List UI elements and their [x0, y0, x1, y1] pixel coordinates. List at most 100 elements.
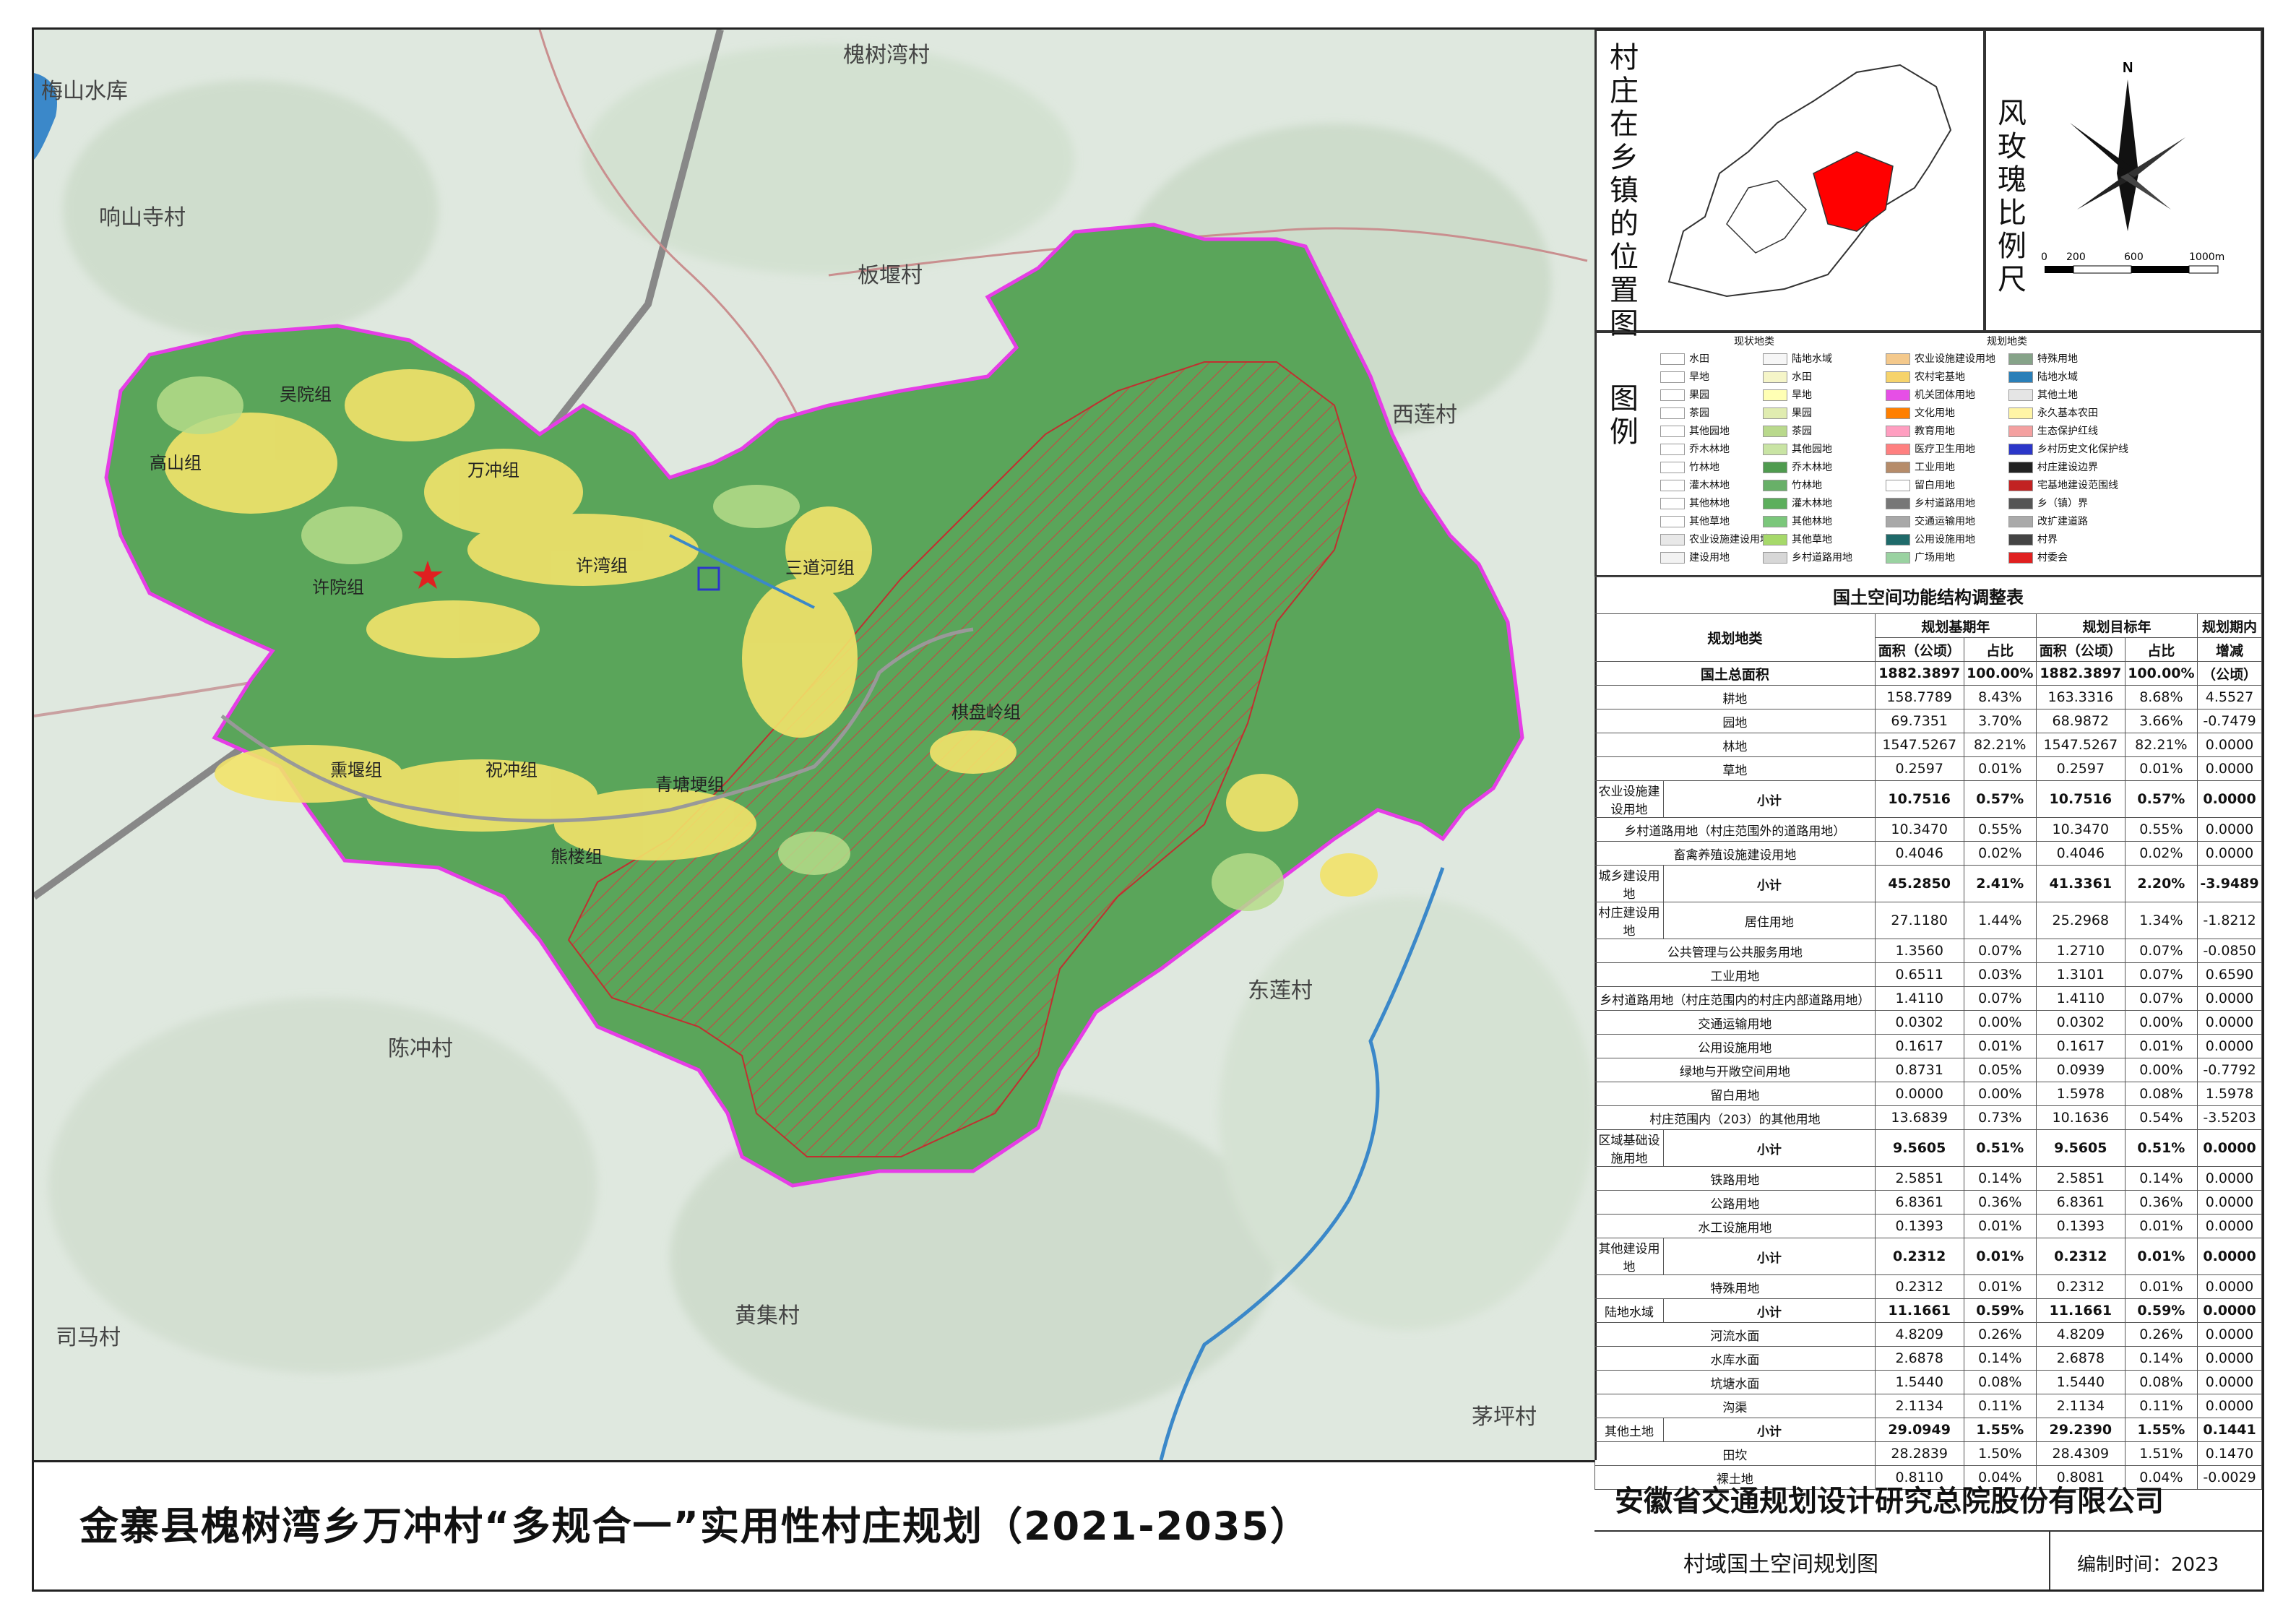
table-cell: 0.01%	[2124, 756, 2198, 781]
legend-swatch	[1660, 498, 1685, 509]
table-cell: 29.0949	[1874, 1418, 1964, 1442]
legend-item: 果园	[1763, 405, 1812, 420]
table-cell: 0.11%	[1963, 1394, 2037, 1418]
legend-label-text: 建设用地	[1689, 552, 1730, 564]
table-cell: 1.3101	[2035, 962, 2125, 987]
table-cell: 0.1393	[1874, 1214, 1964, 1238]
table-cell: 0.0000	[2197, 1370, 2262, 1394]
table-cell: 小计	[1663, 1298, 1876, 1323]
table-cell: 10.7516	[1874, 780, 1964, 818]
group-label: 祝冲组	[485, 760, 538, 780]
table-row: 河流水面 4.8209 0.26% 4.8209 0.26% 0.0000	[1594, 1322, 2262, 1347]
legend-swatch	[1763, 444, 1787, 455]
table-cell: 1.4110	[2035, 986, 2125, 1011]
legend-item: 文化用地	[1886, 405, 1955, 420]
map-canvas[interactable]: 梅山水库 槐树湾村 响山寺村 板堰村 西莲村 东莲村 陈冲村 黄集村 司马村 茅…	[34, 30, 1594, 1460]
table-cell: 0.0000	[2197, 1238, 2262, 1275]
table-cell: 畜禽养殖设施建设用地	[1594, 841, 1876, 866]
legend-item: 乔木林地	[1660, 441, 1730, 456]
legend-label-text: 乡（镇）界	[2037, 498, 2088, 509]
table-cell: 0.01%	[1963, 756, 2037, 781]
table-cell: 0.08%	[2124, 1370, 2198, 1394]
table-row: 乡村道路用地（村庄范围外的道路用地） 10.3470 0.55% 10.3470 0.5…	[1594, 817, 2262, 842]
legend-label-text: 广场用地	[1915, 552, 1955, 564]
table-row: 田坎 28.2839 1.50% 28.4309 1.51% 0.1470	[1594, 1441, 2262, 1466]
legend-item: 竹林地	[1660, 460, 1719, 474]
legend-item: 公用设施用地	[1886, 532, 1975, 546]
table-row: 铁路用地 2.5851 0.14% 2.5851 0.14% 0.0000	[1594, 1166, 2262, 1191]
table-row: 区域基础设施用地 小计 9.5605 0.51% 9.5605 0.51% 0.0000	[1594, 1129, 2262, 1167]
table-cell: 10.1636	[2035, 1105, 2125, 1130]
table-cell: 0.1441	[2197, 1418, 2262, 1442]
legend-swatch	[1660, 389, 1685, 401]
legend-swatch	[1886, 353, 1910, 365]
legend-item: 其他园地	[1660, 423, 1730, 438]
table-cell: 河流水面	[1594, 1322, 1876, 1347]
table-cell: 工业用地	[1594, 962, 1876, 987]
table-cell: -0.7479	[2197, 709, 2262, 733]
table-cell: 其他土地	[1594, 1418, 1664, 1442]
legend-swatch	[1886, 444, 1910, 455]
table-row: 其他建设用地 小计 0.2312 0.01% 0.2312 0.01% 0.0000	[1594, 1238, 2262, 1275]
table-cell: 0.07%	[1963, 986, 2037, 1011]
table-cell: 41.3361	[2035, 865, 2125, 902]
table-cell: 0.0000	[2197, 986, 2262, 1011]
legend-swatch	[1660, 516, 1685, 527]
table-cell: 0.0000	[2197, 1394, 2262, 1418]
legend-label-text: 农业设施建设用地	[1689, 534, 1770, 545]
legend-item: 村界	[2008, 532, 2058, 546]
legend-swatch	[2008, 552, 2033, 564]
legend-item: 医疗卫生用地	[1886, 441, 1975, 456]
legend-item: 茶园	[1660, 405, 1709, 420]
table-row: 绿地与开敞空间用地 0.8731 0.05% 0.0939 0.00% -0.7792	[1594, 1058, 2262, 1082]
table-cell: -3.5203	[2197, 1105, 2262, 1130]
table-cell: 10.3470	[1874, 817, 1964, 842]
table-cell: 2.41%	[1963, 865, 2037, 902]
table-cell: 1.55%	[2124, 1418, 2198, 1442]
table-cell: 0.1617	[1874, 1034, 1964, 1058]
table-row: 留白用地 0.0000 0.00% 1.5978 0.08% 1.5978	[1594, 1082, 2262, 1106]
group-label: 许院组	[312, 577, 364, 598]
table-cell: 2.6878	[2035, 1346, 2125, 1371]
legend-label-text: 宅基地建设范围线	[2037, 480, 2118, 491]
table-cell: -0.7792	[2197, 1058, 2262, 1082]
table-cell: 小计	[1663, 780, 1876, 818]
legend-label-text: 其他园地	[1792, 444, 1832, 455]
legend-item: 竹林地	[1763, 478, 1822, 492]
table-cell: 小计	[1663, 1129, 1876, 1167]
table-cell: 1.51%	[2124, 1441, 2198, 1466]
table-cell: 0.01%	[1963, 1034, 2037, 1058]
legend-label-text: 乔木林地	[1689, 444, 1730, 455]
legend-item: 教育用地	[1886, 423, 1955, 438]
table-cell: 0.05%	[1963, 1058, 2037, 1082]
table-cell: 0.14%	[1963, 1166, 2037, 1191]
table-cell: 0.8731	[1874, 1058, 1964, 1082]
table-cell: 1.55%	[1963, 1418, 2037, 1442]
table-cell: 0.14%	[2124, 1346, 2198, 1371]
table-cell: 1547.5267	[1874, 733, 1964, 757]
table-cell: 158.7789	[1874, 685, 1964, 709]
legend-item: 生态保护红线	[2008, 423, 2098, 438]
village-label: 响山寺村	[99, 205, 186, 230]
table-cell: 绿地与开敞空间用地	[1594, 1058, 1876, 1082]
table-cell: 163.3316	[2035, 685, 2125, 709]
legend-swatch	[2008, 389, 2033, 401]
legend-label-text: 改扩建道路	[2037, 516, 2088, 527]
table-cell: 4.8209	[1874, 1322, 1964, 1347]
legend-item: 果园	[1660, 387, 1709, 402]
table-cell: -1.8212	[2197, 902, 2262, 939]
table-row: 村庄建设用地 居住用地 27.1180 1.44% 25.2968 1.34% -1.821…	[1594, 902, 2262, 939]
legend-swatch	[1660, 426, 1685, 437]
table-cell: 草地	[1594, 756, 1876, 781]
table-cell: 45.2850	[1874, 865, 1964, 902]
legend-label-text: 乡村道路用地	[1792, 552, 1852, 564]
table-row: 水工设施用地 0.1393 0.01% 0.1393 0.01% 0.0000	[1594, 1214, 2262, 1238]
table-cell: 2.20%	[2124, 865, 2198, 902]
table-cell: 铁路用地	[1594, 1166, 1876, 1191]
village-label: 板堰村	[858, 263, 923, 288]
table-cell: 面积（公顷）	[2035, 637, 2125, 662]
legend-item: 其他林地	[1763, 514, 1832, 528]
legend-item: 乔木林地	[1763, 460, 1832, 474]
group-label: 棋盘岭组	[951, 702, 1021, 722]
legend-label-text: 公用设施用地	[1915, 534, 1975, 545]
